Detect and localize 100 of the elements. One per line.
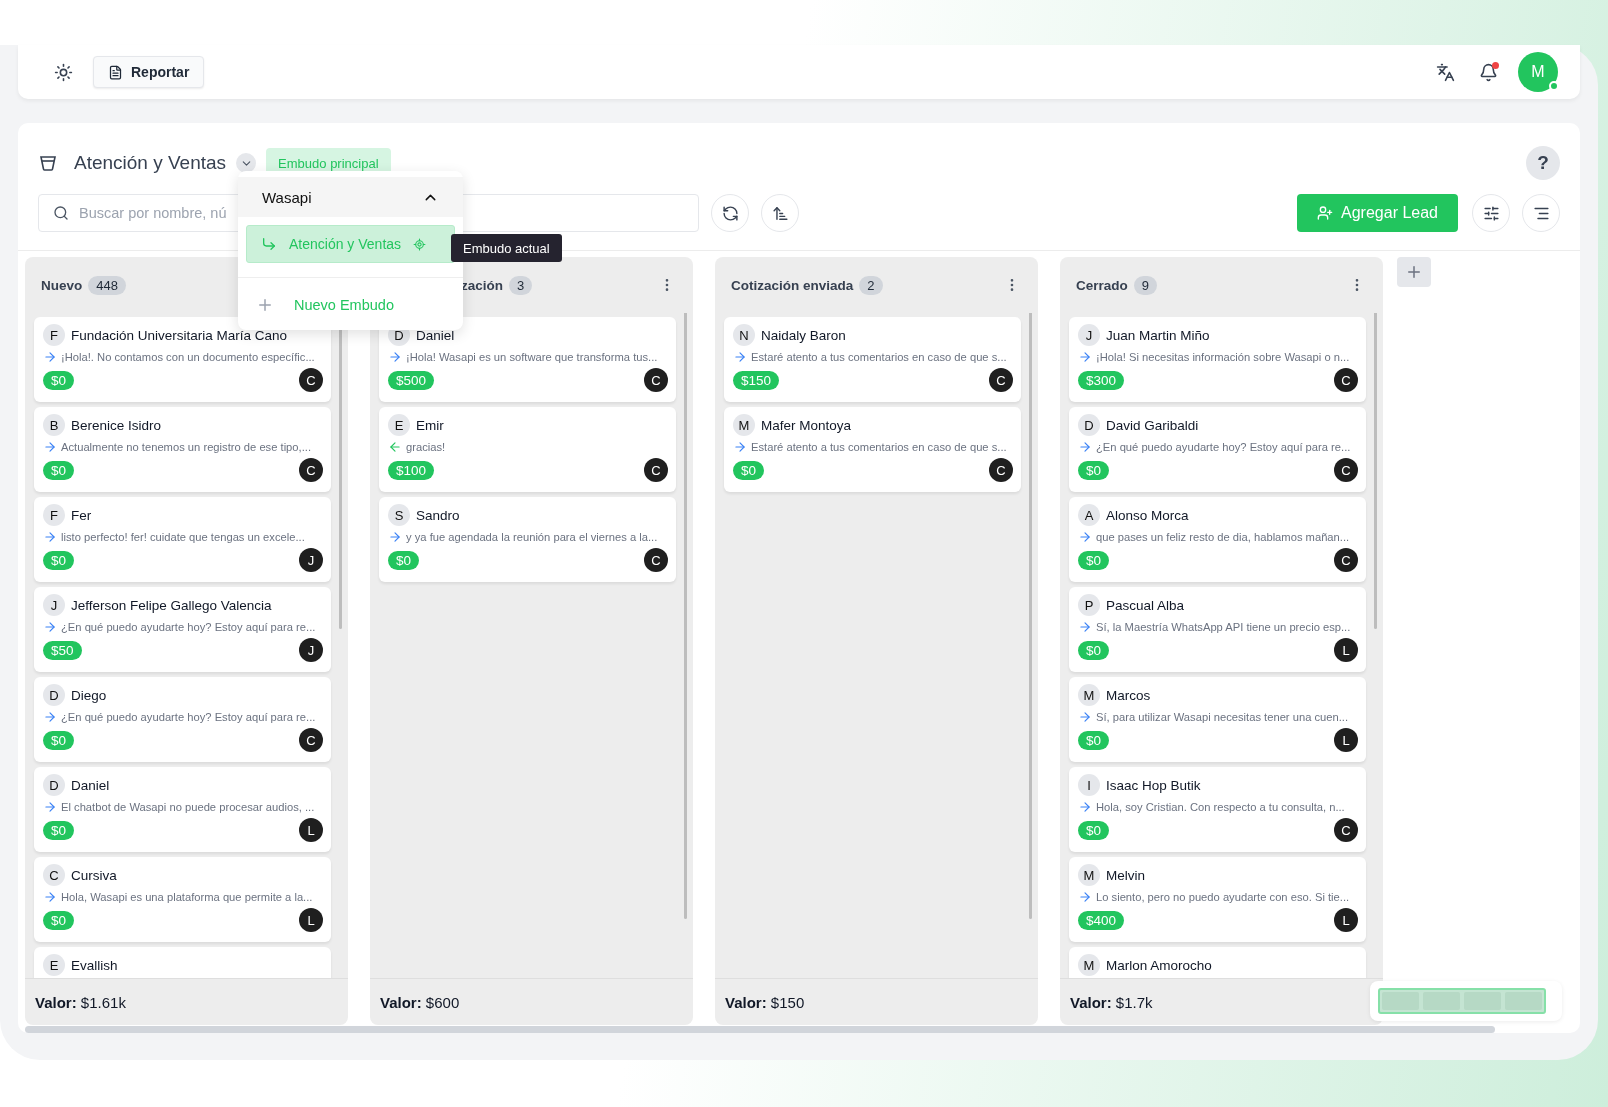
- lead-name: Marcos: [1106, 687, 1151, 703]
- lead-card[interactable]: D Daniel El chatbot de Wasapi no puede procesar audios, ... $0 L: [34, 767, 331, 852]
- last-message: Lo siento, pero no puedo ayudarte con eso. Si tie...: [1096, 891, 1350, 903]
- agent-avatar: J: [299, 638, 323, 662]
- lead-card[interactable]: M Marcos Sí, para utilizar Wasapi necesitas tener una cuen... $0 L: [1069, 677, 1366, 762]
- document-icon: [108, 64, 123, 80]
- agent-avatar: L: [1334, 638, 1358, 662]
- agent-avatar: C: [644, 458, 668, 482]
- initial-avatar: E: [388, 414, 410, 436]
- scrollbar[interactable]: [684, 313, 687, 919]
- sort-button[interactable]: [761, 194, 799, 232]
- scrollbar[interactable]: [1374, 313, 1377, 629]
- agent-avatar: C: [299, 458, 323, 482]
- initial-avatar: F: [43, 504, 65, 526]
- menu-button[interactable]: [1522, 194, 1560, 232]
- lead-card[interactable]: A Alonso Morca que pases un feliz resto de dia, hablamos mañan... $0 C: [1069, 497, 1366, 582]
- last-message: ¿En qué puedo ayudarte hoy? Estoy aquí para re...: [61, 711, 316, 723]
- last-message: gracias!: [406, 441, 446, 453]
- last-message: listo perfecto! fer! cuidate que tengas un excele...: [61, 531, 305, 543]
- lead-name: Fer: [71, 507, 92, 523]
- column-title: Cotización enviada: [731, 277, 854, 293]
- lead-card[interactable]: I Isaac Hop Butik Hola, soy Cristian. Con respecto a tu consulta, n... $0 C: [1069, 767, 1366, 852]
- column-total: Valor: $1.61k: [35, 993, 126, 1011]
- column-total: Valor: $600: [380, 993, 460, 1011]
- lead-card[interactable]: F Fer listo perfecto! fer! cuidate que tengas un excele... $0 J: [34, 497, 331, 582]
- initial-avatar: M: [1078, 954, 1100, 976]
- last-message: ¡Hola! Wasapi es un software que transforma tus...: [406, 351, 658, 363]
- refresh-button[interactable]: [711, 194, 749, 232]
- lead-name: Juan Martin Miño: [1106, 327, 1210, 343]
- help-button[interactable]: ?: [1526, 146, 1560, 180]
- initial-avatar: F: [43, 324, 65, 346]
- amount-pill: $0: [1078, 730, 1110, 750]
- group-header[interactable]: Wasapi: [238, 177, 463, 217]
- lead-count: 3: [509, 275, 533, 295]
- plus-icon: [256, 296, 274, 314]
- lead-name: Daniel: [71, 777, 110, 793]
- sun-icon: [54, 62, 73, 82]
- amount-pill: $0: [43, 820, 75, 840]
- lead-card[interactable]: P Pascual Alba Sí, la Maestría WhatsApp API tiene un precio esp... $0 L: [1069, 587, 1366, 672]
- lead-name: Marlon Amorocho: [1106, 957, 1212, 973]
- lead-name: Diego: [71, 687, 107, 703]
- pipeline-dropdown-toggle[interactable]: [236, 153, 257, 173]
- pipeline-title: Atención y Ventas: [74, 152, 227, 174]
- report-button[interactable]: Reportar: [93, 56, 205, 88]
- column-total: Valor: $150: [725, 993, 805, 1011]
- initial-avatar: J: [43, 594, 65, 616]
- amount-pill: $0: [1078, 820, 1110, 840]
- last-message: Sí, la Maestría WhatsApp API tiene un precio esp...: [1096, 621, 1351, 633]
- lead-card[interactable]: M Marlon Amorocho: [1069, 947, 1366, 978]
- amount-pill: $0: [43, 370, 75, 390]
- lead-count: 448: [88, 275, 126, 295]
- agent-avatar: C: [644, 548, 668, 572]
- column-total: Valor: $1.7k: [1070, 993, 1153, 1011]
- lead-card[interactable]: D David Garibaldi ¿En qué puedo ayudarte hoy? Estoy aquí para re... $0 C: [1069, 407, 1366, 492]
- lead-name: Alonso Morca: [1106, 507, 1189, 523]
- lead-name: Jefferson Felipe Gallego Valencia: [71, 597, 272, 613]
- amount-pill: $0: [733, 460, 765, 480]
- amount-pill: $0: [43, 550, 75, 570]
- amount-pill: $300: [1078, 370, 1125, 390]
- lead-name: Berenice Isidro: [71, 417, 162, 433]
- lead-card[interactable]: J Juan Martin Miño ¡Hola! Si necesitas información sobre Wasapi o n... $300 C: [1069, 317, 1366, 402]
- lead-card[interactable]: F Fundación Universitaria María Cano ¡Hola!. No contamos con un documento específic... $0 C: [34, 317, 331, 402]
- lead-name: Pascual Alba: [1106, 597, 1185, 613]
- last-message: y ya fue agendada la reunión para el viernes a la...: [406, 531, 658, 543]
- amount-pill: $0: [388, 550, 420, 570]
- initial-avatar: M: [733, 414, 755, 436]
- lead-card[interactable]: B Berenice Isidro Actualmente no tenemos un registro de ese tipo,... $0 C: [34, 407, 331, 492]
- lead-card[interactable]: D Diego ¿En qué puedo ayudarte hoy? Estoy aquí para re... $0 C: [34, 677, 331, 762]
- lead-card[interactable]: M Mafer Montoya Estaré atento a tus comentarios en caso de que s... $0 C: [724, 407, 1021, 492]
- last-message: ¿En qué puedo ayudarte hoy? Estoy aquí para re...: [61, 621, 316, 633]
- amount-pill: $0: [1078, 640, 1110, 660]
- agent-avatar: C: [644, 368, 668, 392]
- agent-avatar: L: [299, 818, 323, 842]
- lead-card[interactable]: N Naidaly Baron Estaré atento a tus comentarios en caso de que s... $150 C: [724, 317, 1021, 402]
- initial-avatar: M: [1078, 684, 1100, 706]
- plus-icon: [1405, 263, 1423, 281]
- lead-count: 2: [859, 275, 883, 295]
- scrollbar[interactable]: [1029, 313, 1032, 919]
- amount-pill: $150: [733, 370, 780, 390]
- lead-count: 9: [1133, 275, 1157, 295]
- lead-card[interactable]: M Melvin Lo siento, pero no puedo ayudarte con eso. Si tie... $400 L: [1069, 857, 1366, 942]
- lead-card[interactable]: J Jefferson Felipe Gallego Valencia ¿En qué puedo ayudarte hoy? Estoy aquí para re... $50 J: [34, 587, 331, 672]
- lead-card[interactable]: S Sandro y ya fue agendada la reunión para el viernes a la... $0 C: [379, 497, 676, 582]
- tooltip: Embudo actual: [451, 234, 562, 262]
- lead-card[interactable]: E Emir gracias! $100 C: [379, 407, 676, 492]
- agent-avatar: C: [1334, 458, 1358, 482]
- lead-name: Evallish: [71, 957, 118, 973]
- lead-card[interactable]: D Daniel ¡Hola! Wasapi es un software que transforma tus... $500 C: [379, 317, 676, 402]
- lead-name: Melvin: [1106, 867, 1145, 883]
- initial-avatar: C: [43, 864, 65, 886]
- lead-card[interactable]: E Evallish: [34, 947, 331, 978]
- add-column-button[interactable]: [1397, 257, 1431, 287]
- refresh-icon: [721, 204, 739, 222]
- user-plus-icon: [1317, 205, 1334, 221]
- filter-button[interactable]: [1472, 194, 1510, 232]
- initial-avatar: N: [733, 324, 755, 346]
- lead-card[interactable]: C Cursiva Hola, Wasapi es una plataforma que permite a la... $0 L: [34, 857, 331, 942]
- horizontal-scrollbar[interactable]: [25, 1026, 1495, 1033]
- amount-pill: $100: [388, 460, 435, 480]
- agent-avatar: C: [1334, 818, 1358, 842]
